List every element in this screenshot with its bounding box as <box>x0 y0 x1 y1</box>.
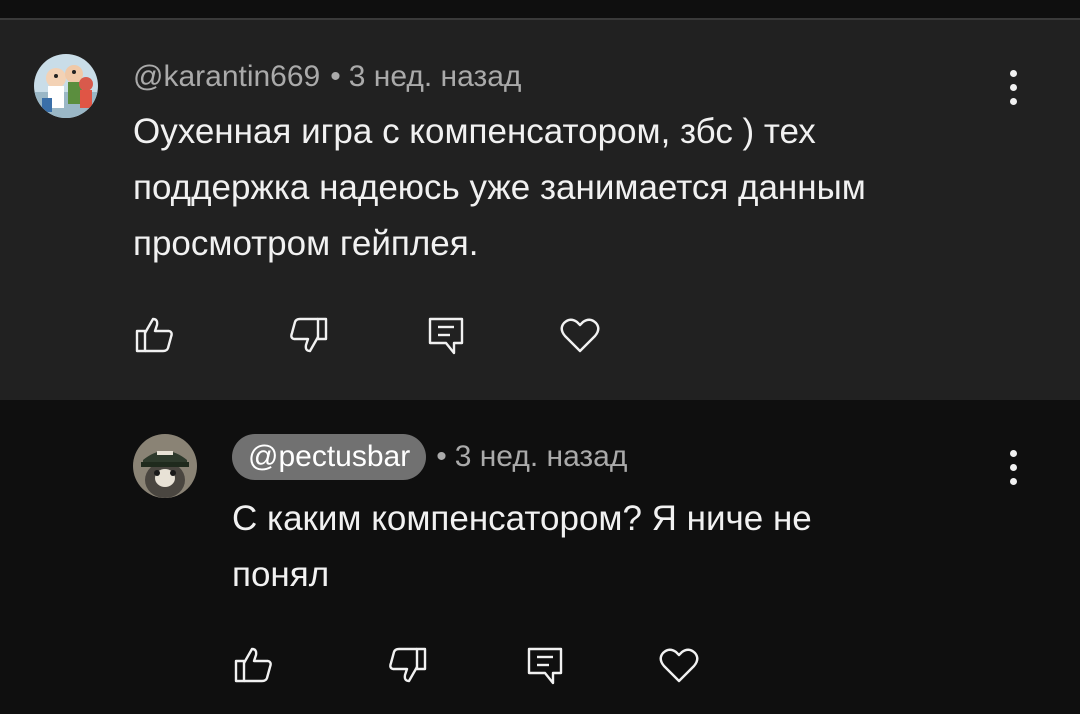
cat-in-cap-avatar-icon <box>133 434 197 498</box>
comment-text-line: поддержка надеюсь уже занимается данным <box>133 168 866 207</box>
reply-comment: @pectusbar • 3 нед. назад С каким компен… <box>0 400 1080 714</box>
timestamp: 3 нед. назад <box>454 440 628 473</box>
comment-text-line: понял <box>232 555 330 594</box>
dislike-button[interactable] <box>385 643 429 687</box>
heart-button[interactable] <box>558 313 602 357</box>
thumb-down-icon <box>389 647 427 683</box>
author-handle[interactable]: @karantin669 <box>133 60 320 94</box>
reply-icon <box>527 647 563 685</box>
comment-highlighted: @karantin669 • 3 нед. назад Оухенная игр… <box>0 20 1080 400</box>
meta-separator: • <box>436 440 447 473</box>
family-cartoon-avatar-icon <box>34 54 98 118</box>
reply-button[interactable] <box>523 643 567 687</box>
reply-button[interactable] <box>424 313 468 357</box>
top-bar <box>0 0 1080 18</box>
like-button[interactable] <box>133 313 177 357</box>
timestamp: 3 нед. назад <box>348 60 522 93</box>
comment-text-line: просмотром гейплея. <box>133 224 479 263</box>
reply-icon <box>428 317 464 355</box>
like-button[interactable] <box>232 643 276 687</box>
comment-text-line: С каким компенсатором? Я ниче не <box>232 499 812 538</box>
thumb-up-icon <box>234 647 272 683</box>
more-vert-icon[interactable] <box>998 446 1028 490</box>
comment-meta: @pectusbar • 3 нед. назад <box>232 434 627 480</box>
heart-icon <box>560 318 600 353</box>
thumb-up-icon <box>135 317 173 353</box>
comment-text-line: Оухенная игра с компенсатором, збс ) тех <box>133 112 816 151</box>
avatar[interactable] <box>34 54 98 118</box>
heart-icon <box>659 648 699 683</box>
dislike-button[interactable] <box>286 313 330 357</box>
heart-button[interactable] <box>657 643 701 687</box>
meta-separator: • <box>330 60 341 93</box>
avatar[interactable] <box>133 434 197 498</box>
author-handle-highlighted[interactable]: @pectusbar <box>232 434 427 480</box>
comment-text: С каким компенсатором? Я ниче не понял <box>232 491 812 603</box>
comment-text: Оухенная игра с компенсатором, збс ) тех… <box>133 104 866 272</box>
more-vert-icon[interactable] <box>998 66 1028 110</box>
thumb-down-icon <box>290 317 328 353</box>
comment-meta: @karantin669 • 3 нед. назад <box>133 60 521 94</box>
